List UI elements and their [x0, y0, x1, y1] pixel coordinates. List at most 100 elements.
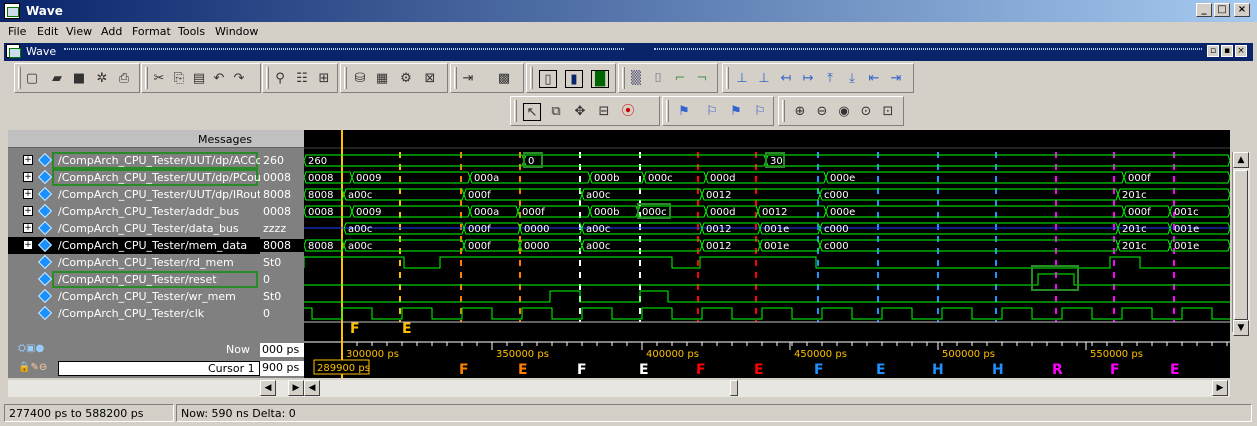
signal-names-pane: Messages + /CompArch_CPU_Tester/UUT/dp/AC…: [8, 130, 274, 340]
compile-icon[interactable]: ⛁: [351, 70, 369, 88]
stop-icon[interactable]: ⦿: [619, 103, 637, 121]
insert-cursor-icon[interactable]: ⊥: [733, 70, 751, 88]
signal-row[interactable]: /CompArch_CPU_Tester/reset: [8, 271, 260, 288]
next-edge-icon[interactable]: ↦: [799, 70, 817, 88]
expand-toggle[interactable]: +: [23, 206, 33, 216]
find-fall-icon[interactable]: ⤓: [843, 70, 861, 88]
timeline[interactable]: 300000 ps 350000 ps 400000 ps 450000 ps 5000…: [304, 340, 1230, 378]
maximize-button[interactable]: □: [1214, 3, 1230, 17]
break-icon[interactable]: ⊠: [421, 70, 439, 88]
bookmark-goto-icon[interactable]: ⚐: [751, 103, 769, 121]
horizontal-scroll-thumb[interactable]: [730, 380, 738, 396]
menu-window[interactable]: Window: [215, 25, 258, 38]
dataflow-icon[interactable]: ⊟: [595, 103, 613, 121]
timeline-graph[interactable]: 300000 ps 350000 ps 400000 ps 450000 ps 5000…: [304, 340, 1230, 378]
close-button[interactable]: ×: [1234, 3, 1250, 17]
expand-toggle[interactable]: +: [23, 223, 33, 233]
menu-format[interactable]: Format: [132, 25, 171, 38]
rise-icon[interactable]: ⌐: [671, 70, 689, 88]
bookmark-remove-icon[interactable]: ⚐: [703, 103, 721, 121]
signal-icon: [37, 220, 53, 236]
new-icon[interactable]: ▢: [23, 70, 41, 88]
print-icon[interactable]: ⎙: [115, 70, 133, 88]
signal-row[interactable]: + /CompArch_CPU_Tester/addr_bus: [8, 203, 260, 220]
delete-cursor-icon[interactable]: ⊥: [755, 70, 773, 88]
layout-1-icon[interactable]: ▯: [539, 70, 557, 88]
signal-row[interactable]: /CompArch_CPU_Tester/clk: [8, 305, 260, 322]
redo-icon[interactable]: ↷: [230, 70, 248, 88]
signal-row[interactable]: + /CompArch_CPU_Tester/mem_data: [8, 237, 260, 254]
menu-view[interactable]: View: [66, 25, 92, 38]
wave-canvas[interactable]: 260 0 30 0008 0009 000a 000b 000c 000d 000e 000f 80…: [304, 130, 1230, 340]
zoom-cursor-icon[interactable]: ⊙: [857, 103, 875, 121]
scroll-down-button[interactable]: ▼: [1233, 320, 1249, 336]
signal-row[interactable]: /CompArch_CPU_Tester/rd_mem: [8, 254, 260, 271]
find-prev-icon[interactable]: ⇤: [865, 70, 883, 88]
find-icon[interactable]: ⚲: [271, 70, 289, 88]
wave-fill-icon[interactable]: ▒: [627, 70, 645, 88]
cut-icon[interactable]: ✂: [150, 70, 168, 88]
zoom-mode-icon[interactable]: ⧉: [547, 103, 565, 121]
signal-row[interactable]: + /CompArch_CPU_Tester/data_bus: [8, 220, 260, 237]
zoom-in-icon[interactable]: ⊕: [791, 103, 809, 121]
horizontal-scrollbar[interactable]: ◀ ▶: [304, 380, 1230, 397]
bus-value: 000f: [1128, 173, 1151, 184]
layout-3-icon[interactable]: █: [591, 70, 609, 88]
expand-toggle[interactable]: +: [23, 172, 33, 182]
waveform-graph[interactable]: 260 0 30 0008 0009 000a 000b 000c 000d 000e 000f 80…: [304, 130, 1230, 340]
names-scroll-right[interactable]: ▶: [288, 380, 304, 396]
drag-handle-right[interactable]: [654, 48, 1202, 50]
compile-all-icon[interactable]: ▦: [373, 70, 391, 88]
edge-icon[interactable]: ⌷: [649, 70, 667, 88]
zoom-full-icon[interactable]: ◉: [835, 103, 853, 121]
simulate-icon[interactable]: ⚙: [397, 70, 415, 88]
prev-edge-icon[interactable]: ↤: [777, 70, 795, 88]
hierarchy-icon[interactable]: ⊞: [315, 70, 333, 88]
zoom-area-icon[interactable]: ⊡: [879, 103, 897, 121]
bookmark-add-icon[interactable]: ⚑: [675, 103, 693, 121]
menu-tools[interactable]: Tools: [178, 25, 205, 38]
select-mode-icon[interactable]: ↖: [523, 103, 541, 121]
minimize-button[interactable]: _: [1196, 3, 1212, 17]
vertical-scroll-thumb[interactable]: [1234, 170, 1248, 320]
find-next-icon[interactable]: ⇥: [887, 70, 905, 88]
step-icon[interactable]: ⇥: [459, 70, 477, 88]
menu-file[interactable]: File: [8, 25, 26, 38]
cursor-tools-icon[interactable]: 🔒✎⊖: [18, 362, 47, 373]
open-icon[interactable]: ▰: [48, 70, 66, 88]
scroll-right-button[interactable]: ▶: [1212, 380, 1228, 396]
expand-toggle[interactable]: +: [23, 240, 33, 250]
names-scroll-left[interactable]: ◀: [260, 380, 276, 396]
paste-icon[interactable]: ▤: [190, 70, 208, 88]
layout-2-icon[interactable]: ▮: [565, 70, 583, 88]
menu-edit[interactable]: Edit: [37, 25, 58, 38]
pan-mode-icon[interactable]: ✥: [571, 103, 589, 121]
signal-row[interactable]: /CompArch_CPU_Tester/wr_mem: [8, 288, 260, 305]
close-doc-button[interactable]: ×: [1235, 45, 1247, 57]
undo-icon[interactable]: ↶: [210, 70, 228, 88]
save-icon[interactable]: ■: [70, 70, 88, 88]
scroll-left-button[interactable]: ◀: [304, 380, 320, 396]
now-tools-icon[interactable]: ⛭▣●: [18, 343, 44, 354]
drag-handle-left[interactable]: [64, 48, 624, 50]
menu-add[interactable]: Add: [101, 25, 122, 38]
vertical-scrollbar[interactable]: ▲ ▼: [1232, 152, 1250, 336]
scroll-up-button[interactable]: ▲: [1233, 152, 1249, 168]
list-icon[interactable]: ☷: [293, 70, 311, 88]
memory-icon[interactable]: ▩: [495, 70, 513, 88]
signal-row[interactable]: + /CompArch_CPU_Tester/UUT/dp/IRout: [8, 186, 261, 203]
names-hscroll[interactable]: ◀ ▶: [8, 380, 304, 397]
zoom-out-icon[interactable]: ⊖: [813, 103, 831, 121]
signal-row[interactable]: + /CompArch_CPU_Tester/UUT/dp/ACCout: [8, 152, 274, 169]
signal-name: /CompArch_CPU_Tester/data_bus: [58, 222, 239, 235]
undock-button[interactable]: ▪: [1221, 45, 1233, 57]
expand-toggle[interactable]: +: [23, 155, 33, 165]
copy-icon[interactable]: ⎘: [170, 70, 188, 88]
dock-button[interactable]: ▫: [1207, 45, 1219, 57]
bookmark-edit-icon[interactable]: ⚑: [727, 103, 745, 121]
expand-toggle[interactable]: +: [23, 189, 33, 199]
signal-row[interactable]: + /CompArch_CPU_Tester/UUT/dp/PCout: [8, 169, 265, 186]
find-rise-icon[interactable]: ⤒: [821, 70, 839, 88]
fall-icon[interactable]: ¬: [693, 70, 711, 88]
refresh-icon[interactable]: ✲: [93, 70, 111, 88]
